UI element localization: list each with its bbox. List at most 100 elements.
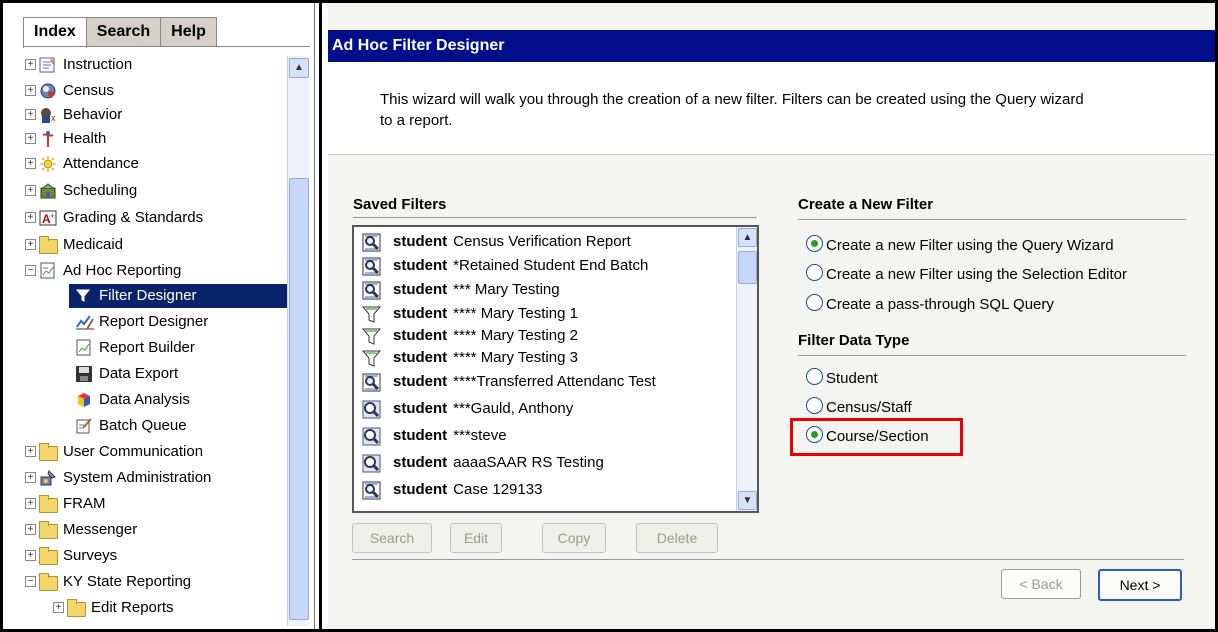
data-type-option[interactable]: Student: [806, 367, 878, 391]
query-icon: [362, 481, 381, 500]
collapse-icon[interactable]: −: [25, 265, 36, 276]
radio-icon[interactable]: [806, 264, 823, 281]
scrollbar-thumb[interactable]: [738, 251, 757, 284]
tree-item-label: Report Builder: [99, 339, 195, 356]
tab-help[interactable]: Help: [160, 17, 217, 46]
scheduling-icon: [39, 182, 57, 200]
filter-name: **** Mary Testing 2: [453, 327, 578, 344]
scroll-down-icon[interactable]: ▼: [738, 491, 757, 510]
option-label: Census/Staff: [826, 399, 912, 416]
saved-filter-item[interactable]: student **** Mary Testing 3: [361, 346, 578, 370]
tree-item-label: Edit Reports: [91, 599, 174, 616]
filter-name: *** Mary Testing: [453, 281, 560, 298]
behavior-icon: x: [39, 106, 57, 124]
expand-icon[interactable]: +: [53, 602, 64, 613]
saved-filter-item[interactable]: student aaaaSAAR RS Testing: [362, 451, 604, 475]
filter-type: student: [393, 373, 448, 390]
scroll-up-icon[interactable]: ▲: [738, 228, 757, 247]
expand-icon[interactable]: +: [25, 524, 36, 535]
edit-button[interactable]: Edit: [450, 523, 502, 553]
disk-icon: [75, 365, 93, 383]
expand-icon[interactable]: +: [25, 239, 36, 250]
nav-tabs: Index Search Help: [23, 17, 217, 48]
filter-name: **** Mary Testing 1: [453, 305, 578, 322]
expand-icon[interactable]: +: [25, 498, 36, 509]
saved-filter-item[interactable]: student Case 129133: [362, 478, 542, 502]
expand-icon[interactable]: +: [25, 85, 36, 96]
saved-filter-item[interactable]: student **** Mary Testing 1: [361, 302, 578, 326]
tree-item-label: KY State Reporting: [63, 573, 192, 590]
tab-underline: [23, 46, 310, 47]
saved-filters-list[interactable]: student Census Verification Report student…: [352, 225, 759, 513]
expand-icon[interactable]: +: [25, 133, 36, 144]
tab-search[interactable]: Search: [85, 17, 162, 46]
filter-name: ***Gauld, Anthony: [453, 400, 574, 417]
back-button[interactable]: < Back: [1001, 569, 1081, 599]
tree-item-label: Census: [63, 82, 114, 99]
tree-item-label: Ad Hoc Reporting: [63, 262, 182, 279]
radio-icon[interactable]: [806, 294, 823, 311]
folder-icon: [39, 573, 58, 591]
collapse-icon[interactable]: −: [25, 576, 36, 587]
pane-splitter[interactable]: [319, 3, 322, 629]
tree-item-label: User Communication: [63, 443, 204, 460]
delete-button[interactable]: Delete: [636, 523, 718, 553]
saved-filter-item[interactable]: student *Retained Student End Batch: [362, 254, 648, 278]
radio-icon[interactable]: [806, 368, 823, 385]
filter-type: student: [393, 327, 448, 344]
expand-icon[interactable]: +: [25, 212, 36, 223]
tree-item-selected[interactable]: Filter Designer: [69, 284, 287, 308]
folder-icon: [39, 521, 58, 539]
next-button[interactable]: Next >: [1098, 569, 1182, 601]
saved-filter-item[interactable]: student ***Gauld, Anthony: [362, 397, 573, 421]
selection-icon: [362, 454, 381, 473]
create-filter-heading: Create a New Filter: [798, 196, 934, 213]
data-type-option[interactable]: Census/Staff: [806, 396, 912, 420]
tab-index[interactable]: Index: [23, 17, 87, 48]
filter-name: **** Mary Testing 3: [453, 349, 578, 366]
filter-data-type-divider: [798, 355, 1186, 356]
saved-filters-divider: [353, 217, 757, 218]
filter-icon: [75, 287, 93, 305]
filter-type: student: [393, 427, 448, 444]
list-scrollbar[interactable]: ▲ ▼: [736, 227, 757, 511]
create-option[interactable]: Create a new Filter using the Selection …: [806, 263, 1127, 287]
folder-icon: [39, 547, 58, 565]
create-option[interactable]: Create a pass-through SQL Query: [806, 293, 1054, 317]
saved-filter-item[interactable]: student *** Mary Testing: [362, 278, 560, 302]
filter-funnel-icon: [361, 305, 382, 324]
search-button[interactable]: Search: [352, 523, 432, 553]
scrollbar-thumb[interactable]: [289, 178, 309, 620]
instruction-icon: [39, 56, 57, 74]
filter-name: Case 129133: [453, 481, 543, 498]
scroll-up-icon[interactable]: ▲: [289, 58, 309, 78]
radio-icon[interactable]: [806, 397, 823, 414]
expand-icon[interactable]: +: [25, 446, 36, 457]
system-admin-icon: [39, 469, 57, 487]
saved-filter-item[interactable]: student ***steve: [362, 424, 507, 448]
tree-item-label: Data Export: [99, 365, 179, 382]
create-option[interactable]: Create a new Filter using the Query Wiza…: [806, 234, 1114, 258]
tree-item-label: Grading & Standards: [63, 209, 204, 226]
query-icon: [362, 281, 381, 300]
option-label: Student: [826, 370, 878, 387]
main-panel: Ad Hoc Filter Designer This wizard will …: [328, 3, 1215, 629]
saved-filter-item[interactable]: student **** Mary Testing 2: [361, 324, 578, 348]
expand-icon[interactable]: +: [25, 185, 36, 196]
tree-scrollbar[interactable]: ▲: [287, 56, 309, 626]
expand-icon[interactable]: +: [25, 158, 36, 169]
expand-icon[interactable]: +: [25, 59, 36, 70]
saved-filter-item[interactable]: student ****Transferred Attendanc Test: [362, 370, 656, 394]
copy-button[interactable]: Copy: [542, 523, 606, 553]
query-icon: [362, 257, 381, 276]
radio-icon[interactable]: [806, 235, 823, 252]
saved-filter-item[interactable]: student Census Verification Report: [362, 230, 631, 254]
tree-item-label: Instruction: [63, 56, 133, 73]
expand-icon[interactable]: +: [25, 550, 36, 561]
tree-item-label: Report Designer: [99, 313, 209, 330]
folder-icon: [39, 236, 58, 254]
expand-icon[interactable]: +: [25, 472, 36, 483]
tree-item-label: Data Analysis: [99, 391, 190, 408]
expand-icon[interactable]: +: [25, 109, 36, 120]
folder-icon: [39, 443, 58, 461]
